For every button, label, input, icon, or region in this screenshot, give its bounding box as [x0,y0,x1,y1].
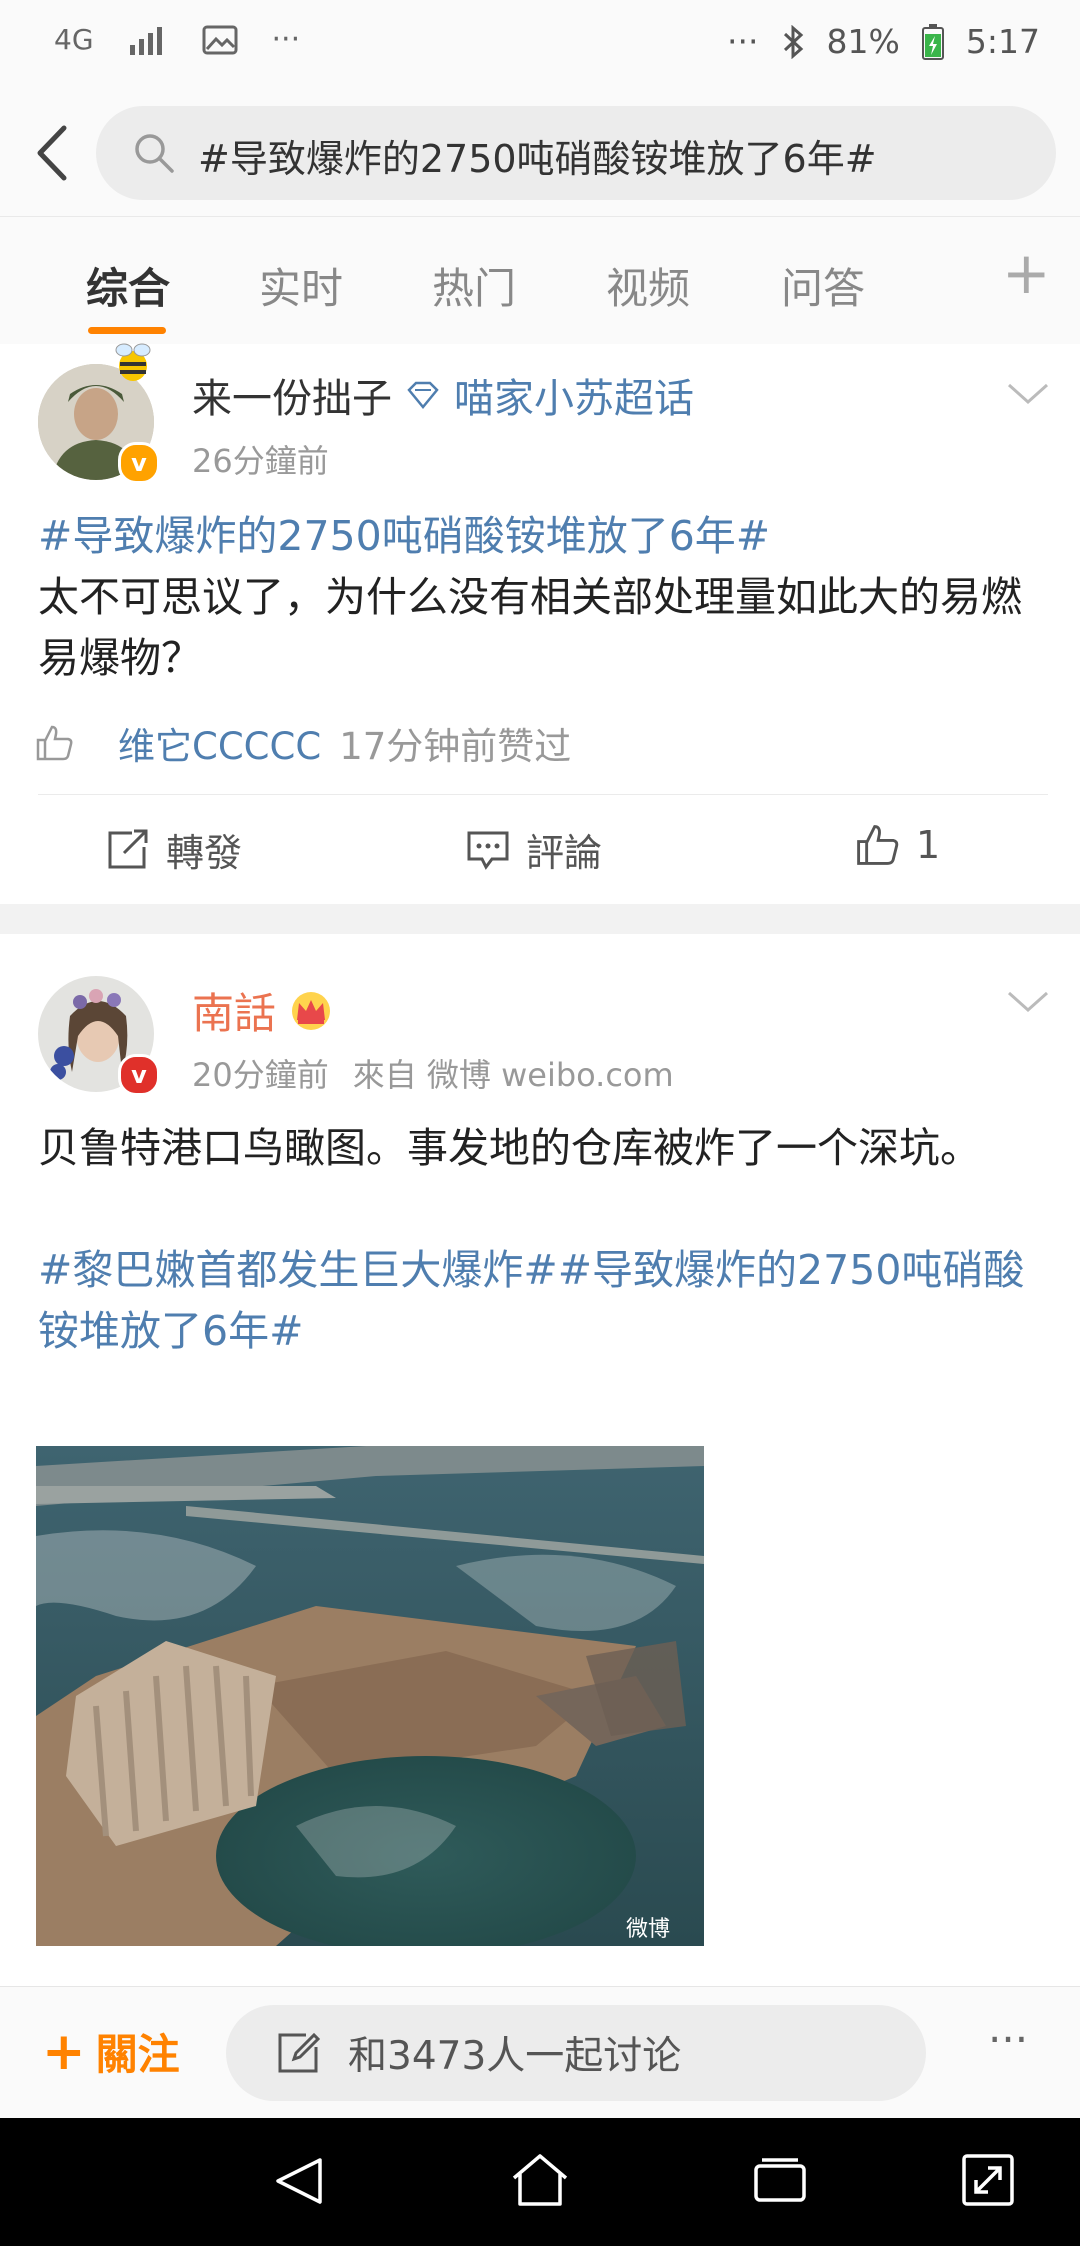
like-info: 维它CCCCC 17分钟前赞过 [34,716,571,770]
crown-icon [292,991,331,1030]
post-time: 26分鐘前 [192,442,329,480]
back-arrow-icon [37,125,67,181]
post-image[interactable]: 微博 [36,1446,704,1946]
post-separator [0,904,1080,934]
nav-home-icon[interactable] [510,2152,570,2208]
search-query: #导致爆炸的2750吨硝酸铵堆放了6年# [198,137,877,181]
post-meta: 20分鐘前 來自 微博 weibo.com [192,1050,674,1096]
author-name[interactable]: 南話 [192,980,276,1041]
verified-badge-icon: v [118,442,160,484]
nav-back-icon[interactable] [272,2154,326,2208]
chevron-down-icon[interactable] [1006,990,1050,1014]
liker-time: 17分钟前赞过 [339,725,572,768]
chevron-down-icon[interactable] [1006,382,1050,406]
post-body: 贝鲁特港口鸟瞰图。事发地的仓库被炸了一个深坑。 #黎巴嫩首都发生巨大爆炸##导致… [38,1118,1038,1362]
post-body: #导致爆炸的2750吨硝酸铵堆放了6年# 太不可思议了，为什么没有相关部处理量如… [38,506,1048,689]
post-header: 南話 [192,980,334,1041]
edit-icon [278,2032,320,2073]
more-options-icon[interactable]: ··· [988,2015,1028,2064]
comment-icon [467,831,509,870]
weibo-watermark: 微博 [626,1917,670,1942]
divider [38,794,1048,795]
post-card[interactable]: v 来一份拙子 喵家小苏超话 26分鐘前 #导致爆炸的2750吨硝酸铵堆放了6年… [0,343,1080,904]
tab-comprehensive[interactable]: 综合 [86,255,170,316]
comment-label: 評論 [526,831,603,875]
repost-label: 轉發 [166,831,243,875]
post-text: 贝鲁特港口鸟瞰图。事发地的仓库被炸了一个深坑。 [38,1124,981,1172]
tab-realtime[interactable]: 实时 [259,255,343,316]
topic-link[interactable]: #导致爆炸的2750吨硝酸铵堆放了6年# [38,506,1048,567]
bee-icon [115,343,151,381]
battery-percent: 81% [826,22,900,61]
add-tab-icon[interactable]: + [1002,239,1051,307]
search-icon [135,134,174,173]
signal-icon [129,26,162,55]
tab-hot[interactable]: 热门 [432,255,516,316]
comment-button[interactable]: 評論 [466,822,602,877]
liker-name[interactable]: 维它CCCCC [118,716,321,770]
search-input[interactable]: #导致爆炸的2750吨硝酸铵堆放了6年# [96,106,1056,200]
repost-icon [108,829,148,868]
nav-rotate-icon[interactable] [960,2152,1016,2208]
author-name[interactable]: 来一份拙子 [192,366,392,424]
follow-label: 關注 [95,2030,180,2079]
like-count: 1 [916,823,941,867]
thumbs-up-icon [36,725,73,761]
status-bar: 4G ··· ··· 81% 5:17 [0,0,1080,92]
more-notifications: ··· [271,22,301,57]
tab-bar: 综合 实时 热门 视频 问答 + [0,216,1080,346]
like-icon [857,825,899,865]
status-left: 4G ··· [54,22,300,57]
post-text: 太不可思议了，为什么没有相关部处理量如此大的易燃易爆物？ [38,573,1022,682]
port-aerial-photo: 微博 [36,1446,704,1946]
back-button[interactable] [24,118,84,188]
system-nav-bar [0,2118,1080,2246]
image-icon [202,25,238,54]
like-button[interactable]: 1 [854,822,940,868]
post-time: 20分鐘前 [192,1056,329,1094]
post-header: 来一份拙子 喵家小苏超话 [192,366,694,424]
clock: 5:17 [965,22,1040,61]
bottom-action-bar: + 關注 和3473人一起讨论 ··· [0,1986,1080,2119]
discussion-placeholder: 和3473人一起讨论 [348,2034,682,2079]
tab-qa[interactable]: 问答 [781,255,865,316]
post-source[interactable]: 來自 微博 weibo.com [353,1050,674,1096]
plus-icon: + [42,2021,86,2082]
post-card[interactable]: v 南話 20分鐘前 來自 微博 weibo.com 贝鲁特港口鸟瞰图。事发地的… [0,934,1080,1986]
more-indicators: ··· [727,22,759,61]
topic-links[interactable]: #黎巴嫩首都发生巨大爆炸##导致爆炸的2750吨硝酸铵堆放了6年# [38,1240,1038,1362]
tab-video[interactable]: 视频 [606,255,690,316]
supertopic-link[interactable]: 喵家小苏超话 [454,366,694,424]
diamond-icon [407,381,439,409]
tab-indicator [88,327,166,334]
bluetooth-icon [783,24,803,59]
nav-recents-icon[interactable] [752,2156,808,2206]
verified-badge-icon: v [118,1054,160,1096]
discussion-input[interactable]: 和3473人一起讨论 [226,2005,926,2101]
repost-button[interactable]: 轉發 [106,822,242,877]
network-label: 4G [54,23,94,56]
battery-charging-icon [921,23,944,60]
status-right: ··· 81% 5:17 [727,22,1040,61]
follow-button[interactable]: + 關注 [42,2021,180,2082]
